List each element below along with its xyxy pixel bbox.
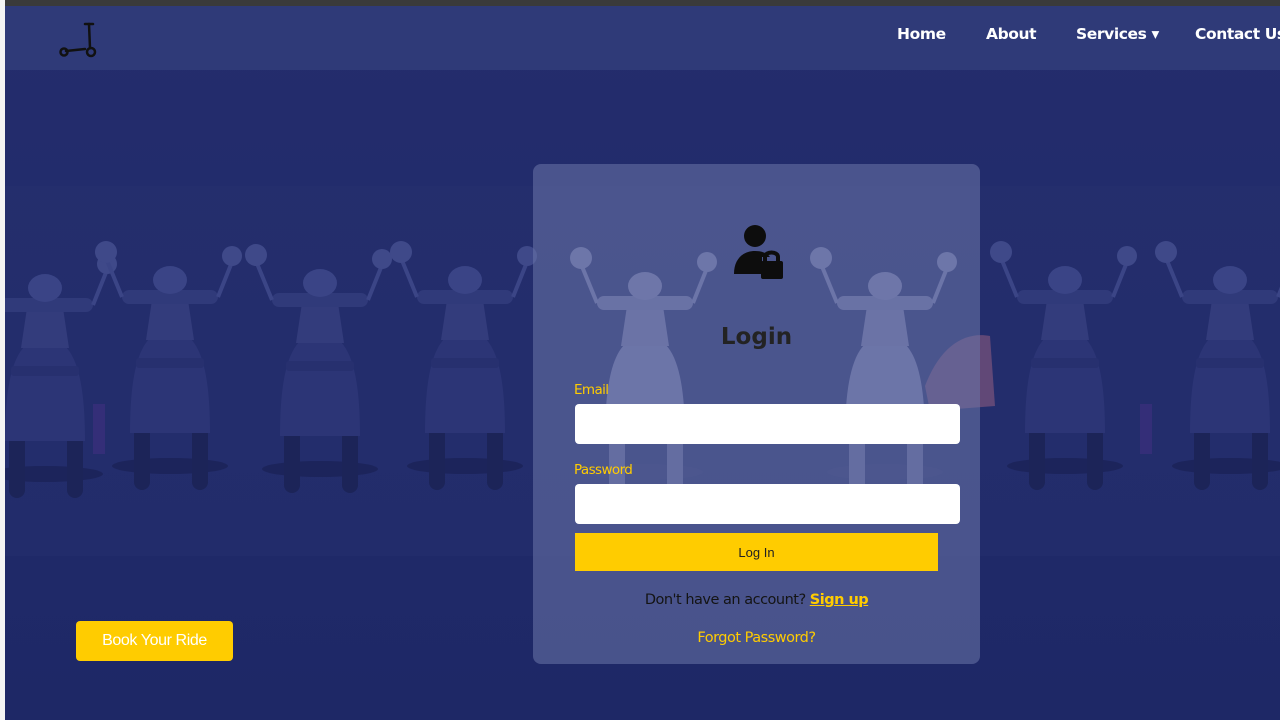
navbar: Home About Services ▾ Contact Us (5, 6, 1280, 70)
nav-contact-link[interactable]: Contact Us (1195, 25, 1280, 43)
signup-prompt: Don't have an account? (644, 592, 806, 608)
login-card: Login Email Password Log In Don't have a… (533, 164, 980, 664)
login-button[interactable]: Log In (575, 533, 938, 571)
kick-scooter-icon[interactable] (57, 22, 101, 58)
user-lock-icon (734, 225, 783, 279)
email-label: Email (574, 382, 609, 398)
signup-row: Don't have an account? Sign up (533, 592, 980, 608)
forgot-password-link[interactable]: Forgot Password? (533, 630, 980, 646)
signup-link[interactable]: Sign up (810, 592, 869, 608)
login-title: Login (720, 324, 793, 350)
email-input[interactable] (575, 404, 960, 444)
book-your-ride-button[interactable]: Book Your Ride (76, 621, 233, 661)
password-input[interactable] (575, 484, 960, 524)
nav-services-dropdown[interactable]: Services ▾ (1076, 25, 1159, 43)
hero-section: Home About Services ▾ Contact Us Login E… (5, 6, 1280, 720)
password-label: Password (574, 462, 633, 478)
nav-about-link[interactable]: About (986, 25, 1037, 43)
nav-home-link[interactable]: Home (897, 25, 946, 43)
